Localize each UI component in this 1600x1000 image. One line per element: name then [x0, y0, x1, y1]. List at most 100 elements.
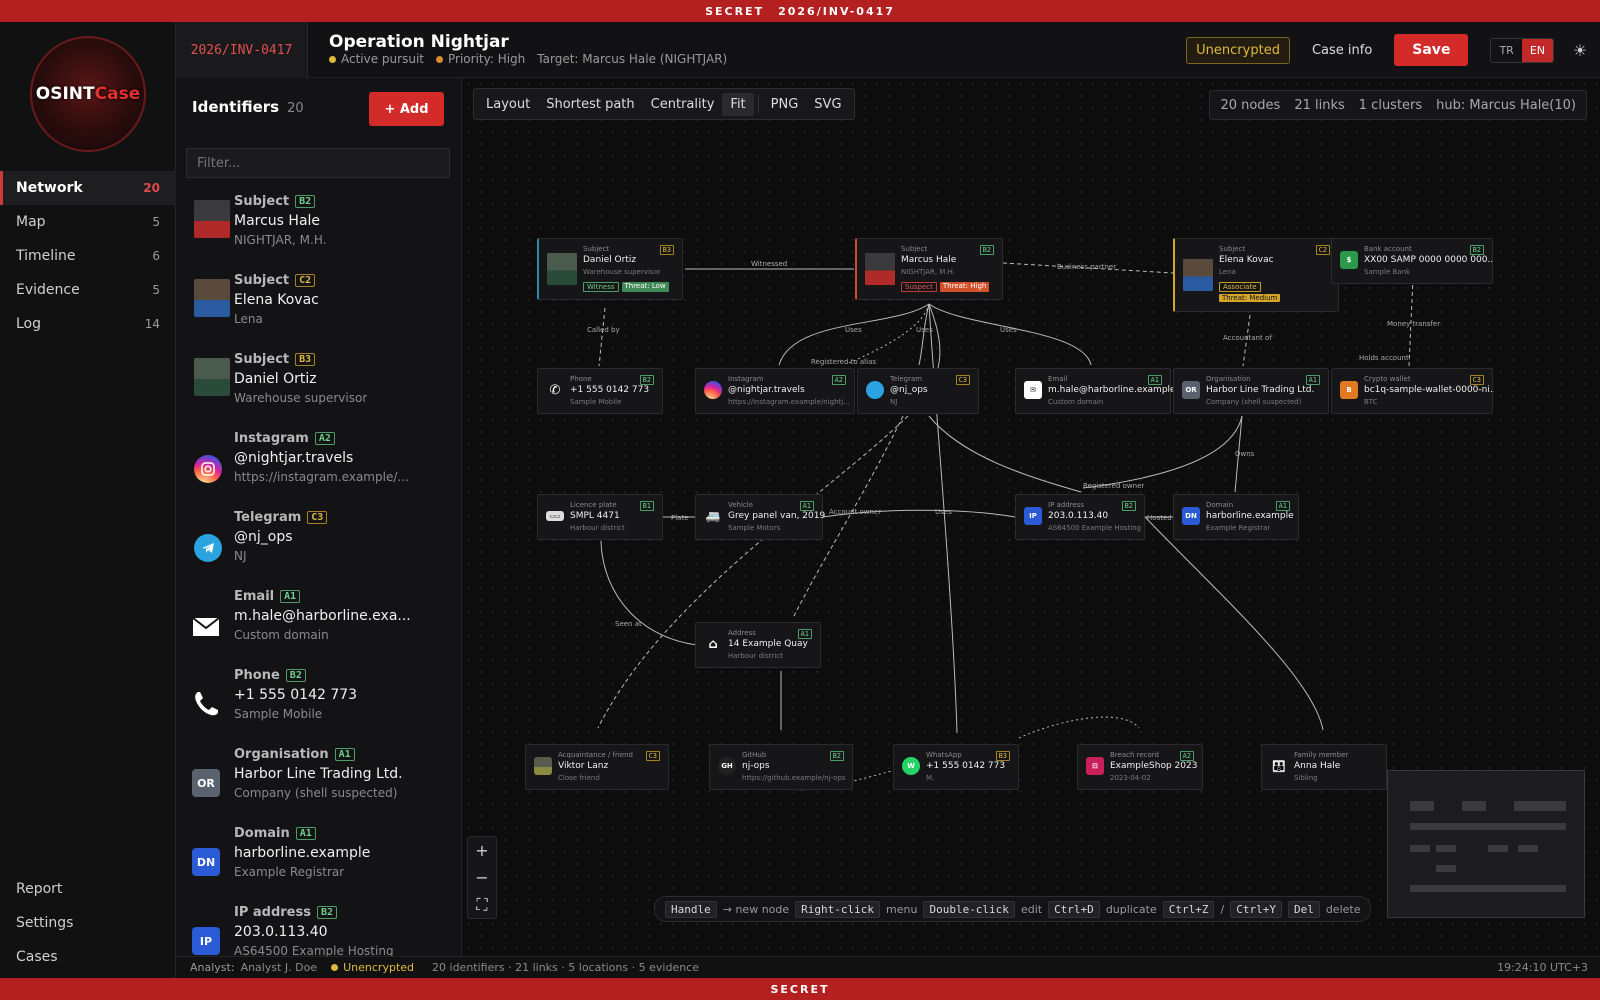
graph-node[interactable]: 🚐 Vehicle Grey panel van, 2019 Sample Mo…: [695, 494, 826, 540]
status-encryption: Unencrypted: [343, 961, 415, 974]
minimap[interactable]: [1387, 770, 1585, 918]
identifier-item[interactable]: Subject B2 Marcus Hale NIGHTJAR, M.H.: [176, 190, 461, 269]
identifier-sub: Custom domain: [234, 628, 329, 642]
edge-label: Plate: [671, 514, 689, 522]
node-sub: https://github.example/nj-ops: [742, 774, 846, 782]
identifier-sub: Company (shell suspected): [234, 786, 398, 800]
node-value: m.hale@harborline.example: [1048, 385, 1176, 395]
filter-input[interactable]: [186, 148, 450, 178]
hint-key: Ctrl+Z: [1162, 900, 1215, 918]
identifier-value: Daniel Ortiz: [234, 371, 317, 387]
identifier-type: Phone: [234, 668, 280, 683]
graph-node[interactable]: $ Bank account XX00 SAMP 0000 0000 000..…: [1331, 238, 1494, 284]
graph-node[interactable]: Telegram @nj_ops NJ C3: [857, 368, 979, 414]
graph-node[interactable]: ✆ Phone +1 555 0142 773 Sample Mobile B2: [537, 368, 663, 414]
identifier-item[interactable]: Phone B2 +1 555 0142 773 Sample Mobile: [176, 664, 461, 743]
graph-node[interactable]: Subject Elena Kovac Lena C2 Associate Thr…: [1173, 238, 1339, 312]
node-type: Email: [1048, 375, 1068, 383]
node-grade: A2: [1179, 751, 1194, 761]
svg-export-button[interactable]: SVG: [806, 93, 849, 116]
nav-item-map[interactable]: Map 5: [0, 205, 176, 239]
nav-item-timeline[interactable]: Timeline 6: [0, 239, 176, 273]
nav-item-log[interactable]: Log 14: [0, 307, 176, 341]
identifier-type: Domain: [234, 826, 290, 841]
nav-item-network[interactable]: Network 20: [0, 171, 176, 205]
zoom-in-icon[interactable]: +: [468, 837, 496, 864]
identifier-item[interactable]: Subject C2 Elena Kovac Lena: [176, 269, 461, 348]
graph-node[interactable]: ▭▭ Licence plate SMPL 4471 Harbour distr…: [537, 494, 663, 540]
save-button[interactable]: Save: [1394, 34, 1469, 66]
fit-button[interactable]: Fit: [722, 92, 754, 116]
edge-label: Uses: [935, 508, 952, 516]
node-sub: AS64500 Example Hosting: [1048, 524, 1142, 532]
status-bar: Analyst: Analyst J. Doe Unencrypted 20 i…: [176, 956, 1600, 978]
zoom-out-icon[interactable]: −: [468, 864, 496, 891]
priority-text: Priority: High: [448, 52, 526, 66]
vehicle-icon: 🚐: [705, 509, 721, 523]
identifier-item[interactable]: Telegram C3 @nj_ops NJ: [176, 506, 461, 585]
minimap-node: [1514, 801, 1566, 811]
graph-node[interactable]: 👪 Family member Anna Hale Sibling: [1261, 744, 1387, 790]
encryption-badge[interactable]: Unencrypted: [1186, 36, 1290, 64]
github-icon: GH: [718, 757, 736, 775]
identifier-item[interactable]: Email A1 m.hale@harborline.exa... Custom …: [176, 585, 461, 664]
fit-screen-icon[interactable]: ⛶: [468, 891, 496, 918]
graph-node[interactable]: Acquaintance / friend Viktor Lanz Close …: [525, 744, 669, 790]
identifier-item[interactable]: DN Domain A1 harborline.example Example R…: [176, 822, 461, 901]
centrality-button[interactable]: Centrality: [643, 93, 723, 116]
node-grade: C3: [955, 375, 970, 385]
identifier-item[interactable]: Subject B3 Daniel Ortiz Warehouse supervi…: [176, 348, 461, 427]
node-sub: Custom domain: [1048, 398, 1104, 406]
graph-node[interactable]: Subject Daniel Ortiz Warehouse superviso…: [537, 238, 683, 300]
graph-node[interactable]: IP IP address 203.0.113.40 AS64500 Examp…: [1015, 494, 1145, 540]
graph-node[interactable]: W WhatsApp +1 555 0142 773 M. B3: [893, 744, 1019, 790]
case-id[interactable]: 2026/INV-0417: [176, 22, 308, 78]
shortest-path-button[interactable]: Shortest path: [538, 93, 642, 116]
graph-node[interactable]: DN Domain harborline.example Example Reg…: [1173, 494, 1299, 540]
identifier-item[interactable]: Instagram A2 @nightjar.travels https://in…: [176, 427, 461, 506]
node-sub: Company (shell suspected): [1206, 398, 1302, 406]
graph-node[interactable]: Instagram @nightjar.travels https://inst…: [695, 368, 855, 414]
identifier-item[interactable]: OR Organisation A1 Harbor Line Trading Lt…: [176, 743, 461, 822]
status-summary: 20 identifiers · 21 links · 5 locations …: [432, 961, 699, 974]
node-type: Bank account: [1364, 245, 1412, 253]
network-canvas[interactable]: Witnessed Business partner Called by Use…: [463, 78, 1600, 956]
zoom-controls: + − ⛶: [467, 836, 497, 919]
organisation-icon: OR: [1182, 381, 1200, 399]
graph-node[interactable]: ✉ Email m.hale@harborline.example Custom…: [1015, 368, 1176, 414]
nav-item-report[interactable]: Report: [0, 872, 176, 906]
png-export-button[interactable]: PNG: [763, 93, 807, 116]
identifier-value: +1 555 0142 773: [234, 687, 358, 703]
nav-item-settings[interactable]: Settings: [0, 906, 176, 940]
main-nav: OSINTCase Network 20 Map 5 Timeline 6 Evide…: [0, 22, 176, 978]
case-info-button[interactable]: Case info: [1300, 37, 1384, 64]
lang-tr-button[interactable]: TR: [1491, 39, 1521, 62]
nav-count: 14: [144, 317, 160, 331]
graph-node[interactable]: Subject Marcus Hale NIGHTJAR, M.H. B2 Su…: [855, 238, 1003, 300]
graph-node[interactable]: ⊟ Breach record ExampleShop 2023 2023-04…: [1077, 744, 1203, 790]
layout-button[interactable]: Layout: [478, 93, 538, 116]
node-grade: A1: [797, 629, 812, 639]
nav-item-evidence[interactable]: Evidence 5: [0, 273, 176, 307]
identifier-value: harborline.example: [234, 845, 371, 861]
graph-node[interactable]: OR Organisation Harbor Line Trading Ltd.…: [1173, 368, 1329, 414]
graph-node[interactable]: ⌂ Address 14 Example Quay Harbour distri…: [695, 622, 821, 668]
nav-label: Map: [16, 214, 46, 230]
node-value: Grey panel van, 2019: [728, 511, 826, 521]
lang-en-button[interactable]: EN: [1521, 38, 1553, 62]
breach-record-icon: ⊟: [1086, 757, 1104, 775]
theme-toggle-icon[interactable]: ☀: [1570, 40, 1590, 60]
identifier-item[interactable]: IP IP address B2 203.0.113.40 AS64500 Exa…: [176, 901, 461, 956]
encryption-dot: [331, 964, 339, 971]
identifier-list: Subject B2 Marcus Hale NIGHTJAR, M.H. Sub…: [176, 190, 461, 956]
graph-node[interactable]: B Crypto wallet bc1q-sample-wallet-0000-…: [1331, 368, 1494, 414]
nav-label: Network: [16, 180, 83, 196]
graph-node[interactable]: GH GitHub nj-ops https://github.example/…: [709, 744, 853, 790]
analyst-name: Analyst J. Doe: [240, 961, 318, 974]
nav-item-cases[interactable]: Cases: [0, 940, 176, 974]
node-type: GitHub: [742, 751, 767, 759]
edge-label: Witnessed: [751, 260, 787, 268]
instagram-icon: [704, 381, 722, 399]
node-value: Elena Kovac: [1219, 255, 1274, 265]
add-identifier-button[interactable]: + Add: [369, 92, 444, 126]
